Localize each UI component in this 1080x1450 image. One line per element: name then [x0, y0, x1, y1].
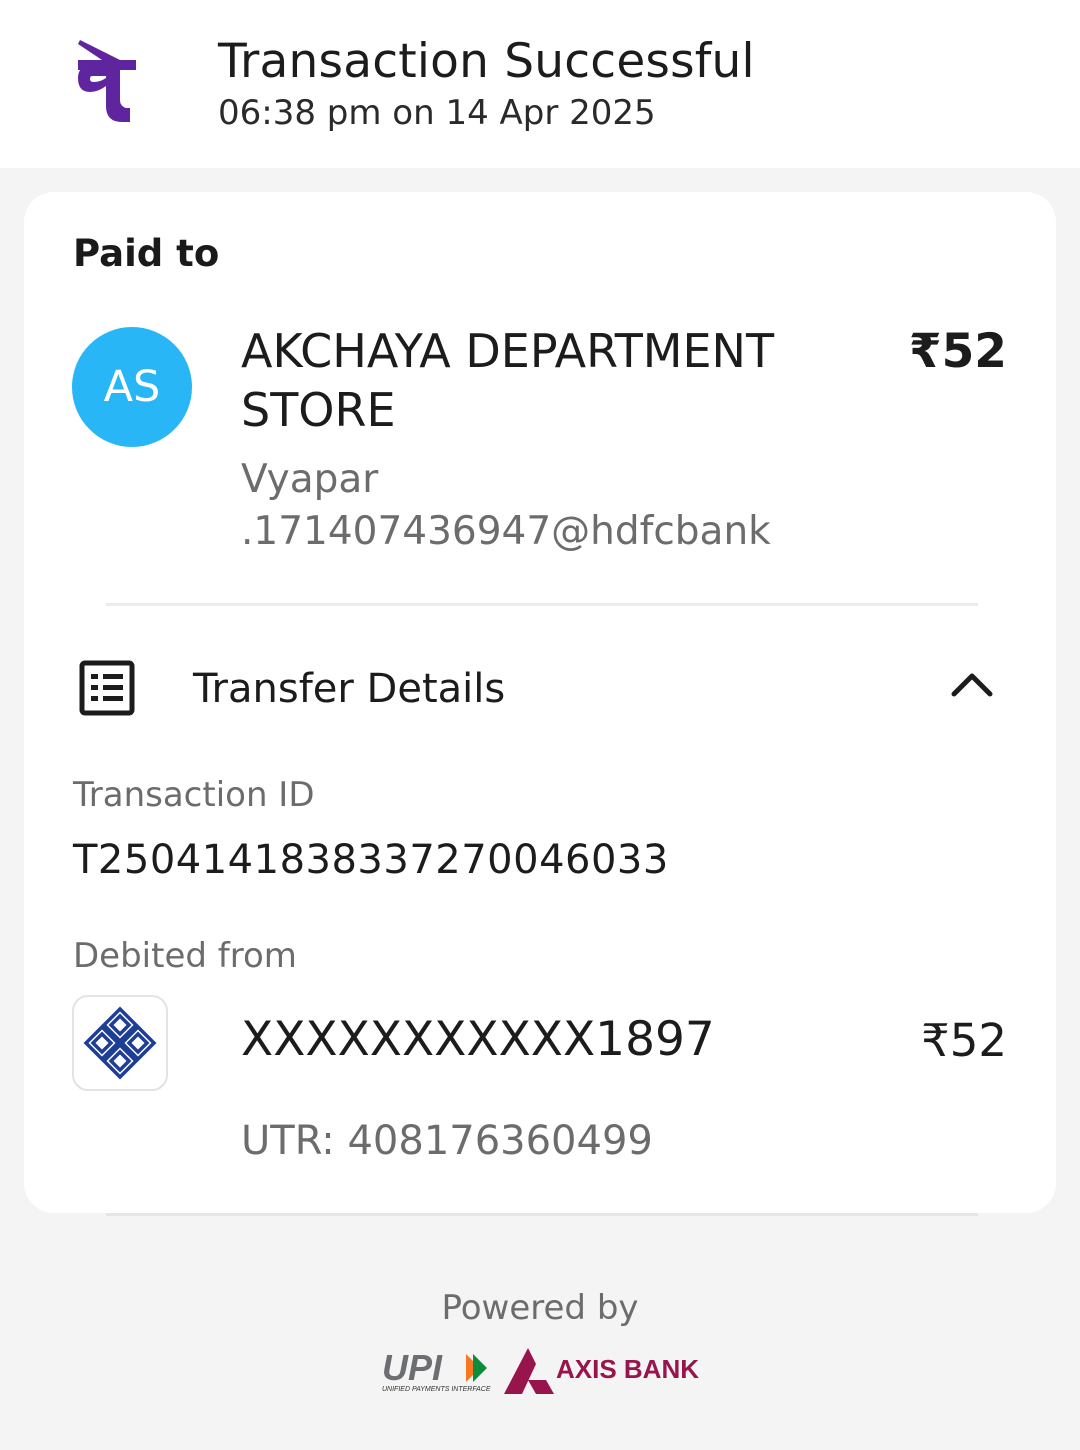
paid-amount: ₹52 [908, 324, 1007, 379]
transaction-id-label: Transaction ID [73, 775, 315, 815]
payee-avatar: AS [72, 327, 192, 447]
upi-tagline: UNIFIED PAYMENTS INTERFACE [382, 1386, 491, 1393]
debit-account-number: XXXXXXXXXXX1897 [241, 1012, 715, 1067]
transaction-status-title: Transaction Successful [218, 34, 755, 89]
axis-bank-logo-text: AXIS BANK [556, 1354, 699, 1384]
phonepe-logo-icon [78, 40, 136, 122]
utr-number[interactable]: UTR: 408176360499 [241, 1118, 653, 1164]
transaction-id-value[interactable]: T2504141838337270046033 [73, 837, 669, 883]
bank-of-india-logo-icon [83, 1006, 157, 1080]
avatar-initials: AS [103, 362, 161, 412]
upi-logo-text: UPI [382, 1348, 443, 1388]
debit-amount: ₹52 [921, 1014, 1007, 1067]
chevron-up-icon[interactable] [950, 670, 994, 698]
bank-logo [72, 995, 168, 1091]
payee-upi-id: Vyapar .171407436947@hdfcbank [241, 457, 771, 554]
payee-name: AKCHAYA DEPARTMENT STORE [241, 324, 775, 437]
upi-logo-icon: UPI UNIFIED PAYMENTS INTERFACE [382, 1348, 491, 1393]
divider [106, 1213, 978, 1216]
paid-to-heading: Paid to [73, 232, 220, 275]
transfer-details-label: Transfer Details [193, 666, 506, 712]
axis-bank-logo-icon: AXIS BANK [504, 1348, 699, 1394]
powered-by-label: Powered by [441, 1288, 639, 1328]
debited-from-label: Debited from [73, 936, 297, 976]
receipt-list-icon [79, 660, 135, 716]
transaction-timestamp: 06:38 pm on 14 Apr 2025 [218, 93, 656, 133]
divider [106, 603, 978, 606]
header: Transaction Successful 06:38 pm on 14 Ap… [0, 0, 1080, 168]
transaction-card: Paid to AS AKCHAYA DEPARTMENT STORE ₹52 … [24, 192, 1056, 1213]
